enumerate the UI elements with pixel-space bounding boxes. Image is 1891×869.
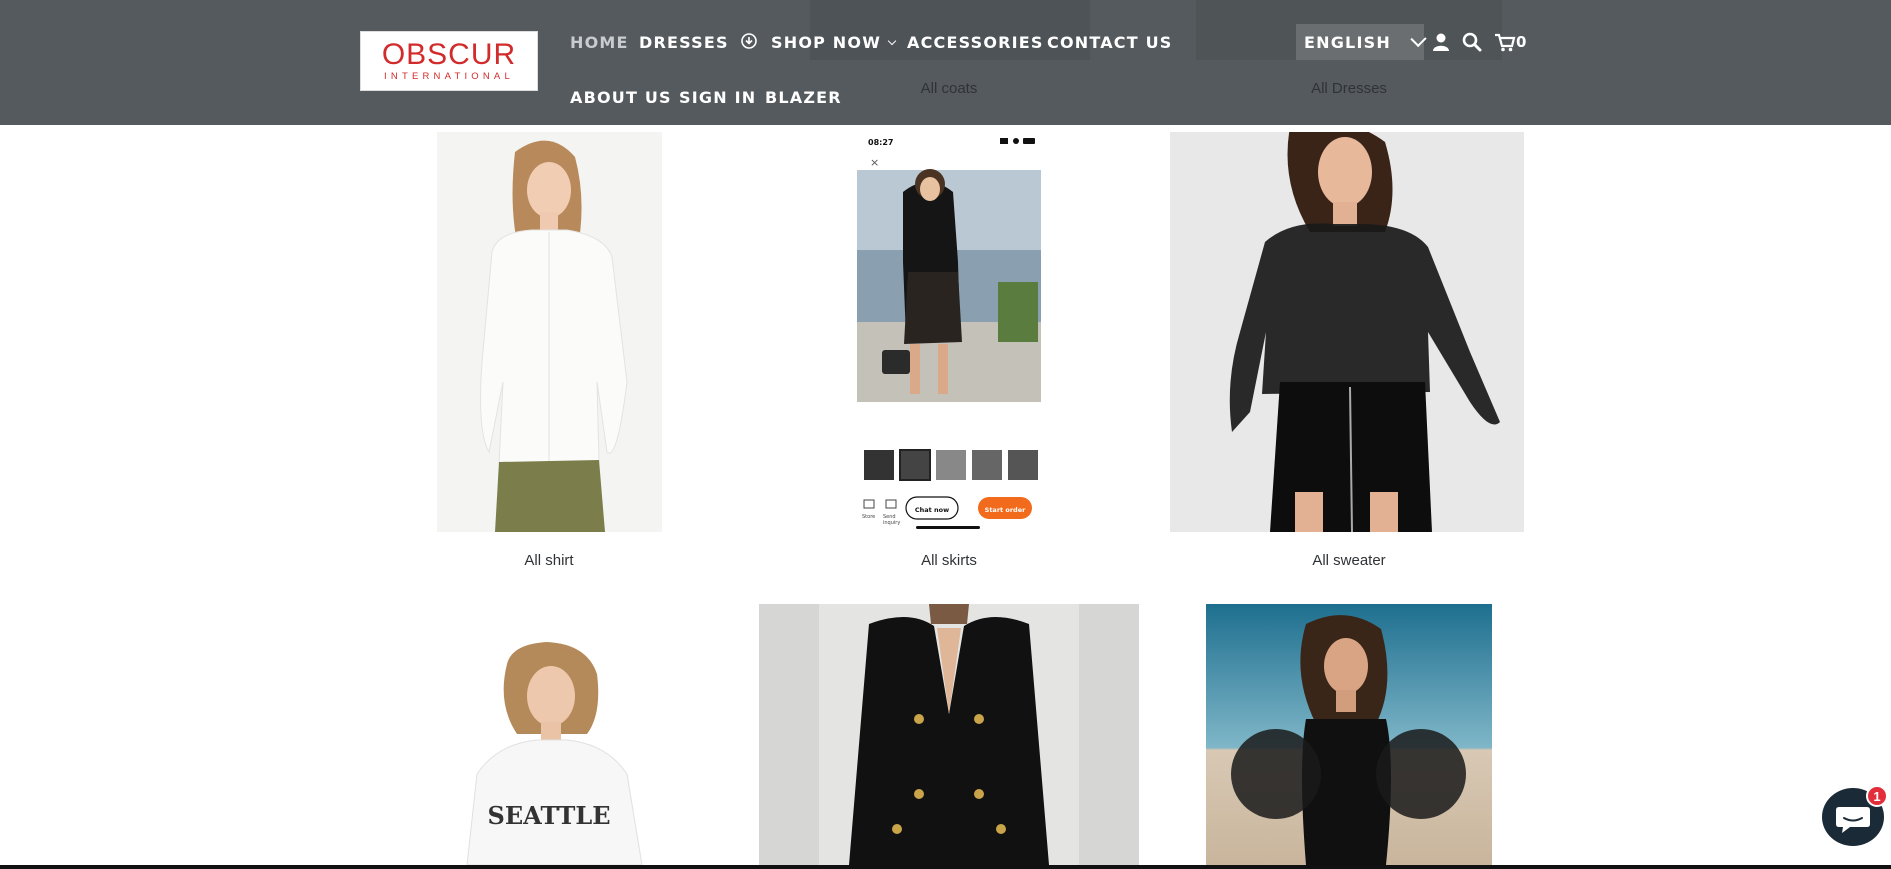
logo-sub-text: INTERNATIONAL xyxy=(384,70,514,82)
svg-text:Store: Store xyxy=(862,514,875,520)
blazer-model-photo xyxy=(759,604,1139,865)
nav-shop-now[interactable]: SHOP NOW xyxy=(771,33,897,52)
nav-home[interactable]: HOME xyxy=(570,33,629,52)
svg-text:×: × xyxy=(870,156,879,169)
download-circle-icon xyxy=(741,33,757,49)
collection-label-dresses[interactable]: All Dresses xyxy=(1199,80,1499,97)
shirt-model-photo xyxy=(437,132,662,532)
nav-shop-now-label: SHOP NOW xyxy=(771,33,882,52)
collection-label-skirts[interactable]: All skirts xyxy=(749,552,1149,569)
chevron-down-icon xyxy=(887,36,897,46)
svg-text:Chat now: Chat now xyxy=(915,506,949,514)
tshirt-collection-image[interactable]: SEATTLE xyxy=(437,604,662,865)
svg-text:inquiry: inquiry xyxy=(883,520,900,526)
language-label: ENGLISH xyxy=(1304,32,1391,52)
obscur-logo[interactable]: OBSCUR INTERNATIONAL xyxy=(360,31,538,91)
cart-icon[interactable] xyxy=(1494,31,1516,53)
nav-dresses[interactable]: DRESSES xyxy=(639,33,729,52)
nav-sign-in[interactable]: SIGN IN xyxy=(679,88,756,107)
user-icon[interactable] xyxy=(1430,31,1452,53)
language-selector[interactable]: ENGLISH xyxy=(1296,24,1427,60)
sweater-model-photo xyxy=(1170,132,1524,532)
svg-text:Start order: Start order xyxy=(985,506,1026,514)
bottom-border xyxy=(0,865,1891,869)
cart-count: 0 xyxy=(1516,33,1527,51)
thumbnail-strip xyxy=(864,449,1038,481)
chevron-down-icon xyxy=(1410,30,1427,48)
logo-main-text: OBSCUR xyxy=(381,37,517,71)
skirts-collection-image[interactable]: 08:27 × Store Send inquiry Chat now Star… xyxy=(848,132,1048,532)
phone-time: 08:27 xyxy=(868,138,893,147)
nav-accessories[interactable]: ACCESSORIES xyxy=(907,33,1044,52)
tshirt-model-photo: SEATTLE xyxy=(437,604,662,865)
blazer-collection-image[interactable] xyxy=(759,604,1139,865)
skirts-phone-screenshot: 08:27 × Store Send inquiry Chat now Star… xyxy=(848,132,1048,532)
site-header: OBSCUR INTERNATIONAL HOME DRESSES SHOP N… xyxy=(0,0,1891,125)
collection-label-sweater[interactable]: All sweater xyxy=(1149,552,1549,569)
nav-contact-us[interactable]: CONTACT US xyxy=(1047,33,1173,52)
shirt-collection-image[interactable] xyxy=(437,132,662,532)
sweater-collection-image[interactable] xyxy=(1170,132,1524,532)
collection-label-shirt[interactable]: All shirt xyxy=(349,552,749,569)
dress-model-photo xyxy=(1206,604,1492,865)
tshirt-print: SEATTLE xyxy=(488,801,611,830)
nav-about-us[interactable]: ABOUT US xyxy=(570,88,672,107)
chat-notification-badge: 1 xyxy=(1866,785,1888,807)
dress-collection-image[interactable] xyxy=(1206,604,1492,865)
search-icon[interactable] xyxy=(1461,31,1483,53)
collection-label-coats[interactable]: All coats xyxy=(799,80,1099,97)
